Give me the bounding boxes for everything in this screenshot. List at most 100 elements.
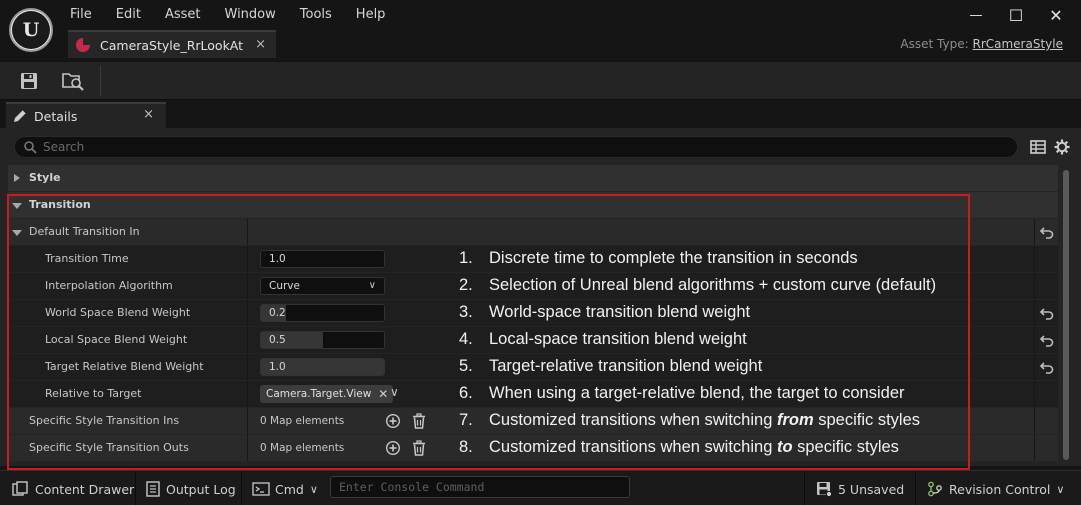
- settings-button[interactable]: [1053, 138, 1071, 156]
- content-drawer-label: Content Drawer: [35, 481, 135, 497]
- menu-asset[interactable]: Asset: [153, 4, 213, 26]
- asset-type: Asset Type: RrCameraStyle: [900, 37, 1063, 51]
- annotation-4: 4. Local-space transition blend weight: [459, 330, 747, 349]
- asset-type-label: Asset Type:: [900, 37, 969, 51]
- annotation-3: 3. World-space transition blend weight: [459, 303, 750, 322]
- annotation-text: Discrete time to complete the transition…: [489, 249, 858, 267]
- category-style-label: Style: [29, 171, 61, 184]
- annotation-text-pre: Customized transitions when switching: [489, 438, 777, 456]
- toolbar-separator: [100, 66, 101, 96]
- annotation-6: 6. When using a target-relative blend, th…: [459, 384, 905, 403]
- category-transition[interactable]: Transition: [8, 192, 1058, 218]
- property-label: World Space Blend Weight: [45, 306, 191, 319]
- annotation-text: Selection of Unreal blend algorithms + c…: [489, 276, 937, 294]
- annotation-text-pre: Customized transitions when switching: [489, 411, 777, 429]
- menu-help[interactable]: Help: [344, 4, 398, 26]
- annotation-text-post: specific styles: [792, 438, 899, 456]
- column-separator: [247, 246, 248, 272]
- console-command-input[interactable]: Enter Console Command: [330, 476, 630, 498]
- console-placeholder: Enter Console Command: [339, 480, 485, 494]
- close-icon: ✕: [1049, 5, 1063, 25]
- chevron-down-icon[interactable]: ∨: [390, 385, 399, 399]
- tag-value: Camera.Target.View: [266, 388, 372, 400]
- property-transition-time: Transition Time 1.0 1. Discrete time to c…: [8, 246, 1058, 272]
- browse-to-asset-button[interactable]: [58, 68, 88, 94]
- maximize-icon: ☐: [1008, 5, 1024, 25]
- reset-column-separator: [1034, 435, 1035, 461]
- camera-style-asset-icon: [76, 38, 90, 52]
- property-label: Local Space Blend Weight: [45, 333, 188, 346]
- annotation-5: 5. Target-relative transition blend weigh…: [459, 357, 762, 376]
- reset-to-default-icon[interactable]: [1039, 305, 1055, 321]
- expand-arrow-icon[interactable]: [14, 174, 20, 182]
- remove-tag-icon[interactable]: ✕: [378, 385, 388, 403]
- unsaved-button[interactable]: 5 Unsaved: [816, 479, 904, 499]
- annotation-number: 8.: [459, 438, 473, 456]
- close-window-button[interactable]: ✕: [1036, 4, 1076, 26]
- minimize-button[interactable]: —: [956, 4, 996, 26]
- local-space-blend-weight-slider[interactable]: 0.5: [260, 331, 385, 349]
- property-label: Specific Style Transition Outs: [29, 441, 189, 454]
- cmd-dropdown[interactable]: Cmd ∨: [252, 479, 318, 499]
- trash-icon[interactable]: [411, 413, 427, 429]
- trash-icon[interactable]: [411, 440, 427, 456]
- content-drawer-button[interactable]: Content Drawer: [12, 479, 134, 499]
- details-tab[interactable]: Details ×: [6, 102, 166, 128]
- scrollbar[interactable]: [1060, 168, 1074, 462]
- details-tab-close-icon[interactable]: ×: [143, 107, 154, 122]
- annotation-number: 6.: [459, 384, 473, 402]
- annotation-number: 4.: [459, 330, 473, 348]
- property-label: Target Relative Blend Weight: [45, 360, 204, 373]
- status-separator: [804, 471, 805, 505]
- add-element-icon[interactable]: [385, 440, 401, 456]
- reset-to-default-icon[interactable]: [1039, 224, 1055, 240]
- collapse-arrow-icon[interactable]: [12, 203, 22, 209]
- menu-edit[interactable]: Edit: [104, 4, 153, 26]
- dropdown-value: Curve: [269, 280, 300, 292]
- document-tab-label: CameraStyle_RrLookAt: [100, 37, 244, 53]
- world-space-blend-weight-slider[interactable]: 0.2: [260, 304, 385, 322]
- menu-file[interactable]: File: [58, 4, 104, 26]
- menu-bar: File Edit Asset Window Tools Help: [58, 4, 397, 26]
- content-drawer-icon: [12, 481, 28, 496]
- search-input[interactable]: Search: [14, 136, 1018, 158]
- property-matrix-button[interactable]: [1029, 138, 1047, 156]
- map-element-count: 0 Map elements: [260, 415, 345, 427]
- unreal-engine-logo-icon[interactable]: U: [9, 8, 53, 52]
- reset-to-default-icon[interactable]: [1039, 332, 1055, 348]
- column-separator: [247, 381, 248, 407]
- category-transition-label: Transition: [29, 198, 91, 211]
- property-label: Interpolation Algorithm: [45, 279, 173, 292]
- category-style[interactable]: Style: [8, 165, 1058, 191]
- details-panel: Search Style Transition Default Transiti…: [0, 128, 1081, 466]
- revision-control-dropdown[interactable]: Revision Control ∨: [927, 479, 1064, 499]
- column-separator: [247, 327, 248, 353]
- menu-window[interactable]: Window: [213, 4, 288, 26]
- reset-to-default-icon[interactable]: [1039, 359, 1055, 375]
- save-button[interactable]: [14, 68, 44, 94]
- document-tab-close-icon[interactable]: ×: [255, 37, 266, 52]
- table-icon: [1030, 140, 1046, 154]
- transition-time-input[interactable]: 1.0: [260, 250, 385, 268]
- add-element-icon[interactable]: [385, 413, 401, 429]
- collapse-arrow-icon[interactable]: [12, 230, 22, 236]
- menu-tools[interactable]: Tools: [288, 4, 344, 26]
- annotation-number: 3.: [459, 303, 473, 321]
- asset-type-link[interactable]: RrCameraStyle: [972, 37, 1063, 51]
- field-value: 1.0: [269, 253, 286, 265]
- save-icon: [21, 73, 37, 89]
- details-tab-label: Details: [34, 108, 78, 124]
- column-separator: [247, 300, 248, 326]
- property-specific-style-transition-ins: Specific Style Transition Ins 0 Map elem…: [8, 408, 1058, 434]
- interpolation-algorithm-dropdown[interactable]: Curve ∨: [260, 277, 385, 295]
- output-log-button[interactable]: Output Log: [146, 479, 236, 499]
- document-tab[interactable]: CameraStyle_RrLookAt ×: [68, 30, 276, 58]
- target-relative-blend-weight-slider[interactable]: 1.0: [260, 358, 385, 376]
- maximize-button[interactable]: ☐: [996, 4, 1036, 26]
- group-default-transition-in[interactable]: Default Transition In: [8, 219, 1058, 245]
- output-log-label: Output Log: [166, 481, 236, 497]
- annotation-text: Local-space transition blend weight: [489, 330, 747, 348]
- scrollbar-thumb[interactable]: [1063, 170, 1069, 460]
- gameplay-tag-chip[interactable]: Camera.Target.View ✕: [260, 385, 394, 403]
- details-tab-bar: Details ×: [0, 100, 1081, 128]
